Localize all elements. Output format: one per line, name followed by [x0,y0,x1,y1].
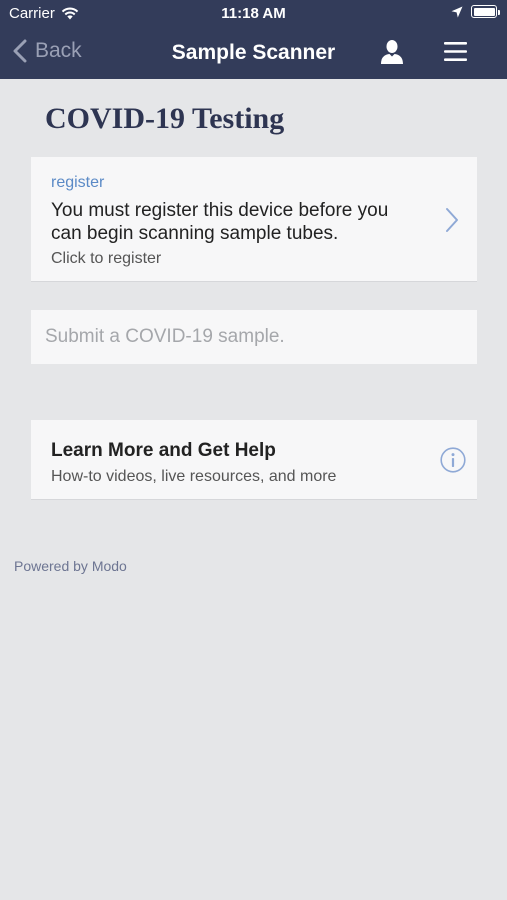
register-card[interactable]: register You must register this device b… [31,157,477,282]
hamburger-menu-icon [444,42,467,61]
nav-title: Sample Scanner [171,41,336,64]
page-title: COVID-19 Testing [45,102,285,135]
help-card[interactable]: Learn More and Get Help How-to videos, l… [31,420,477,500]
user-icon [381,40,403,64]
battery-icon [471,5,500,18]
register-message: You must register this device before you… [51,200,389,244]
register-label: register [51,174,105,191]
help-subtitle: How-to videos, live resources, and more [51,468,337,485]
powered-by-text: Powered by Modo [14,558,127,574]
status-right [451,5,500,18]
location-arrow-icon [451,6,463,17]
user-button[interactable] [380,39,404,70]
status-bar: Carrier 11:18 AM [0,0,507,28]
sample-input[interactable] [31,310,477,364]
info-icon [440,447,466,473]
help-title: Learn More and Get Help [51,440,276,461]
top-bar: Carrier 11:18 AM Back Sample Scanner [0,0,507,79]
register-subtext: Click to register [51,250,162,267]
menu-button[interactable] [444,42,467,66]
navigation-bar: Back Sample Scanner [0,28,507,79]
chevron-right-icon [446,208,458,232]
sample-input-card [31,310,477,364]
status-time: 11:18 AM [221,5,286,22]
